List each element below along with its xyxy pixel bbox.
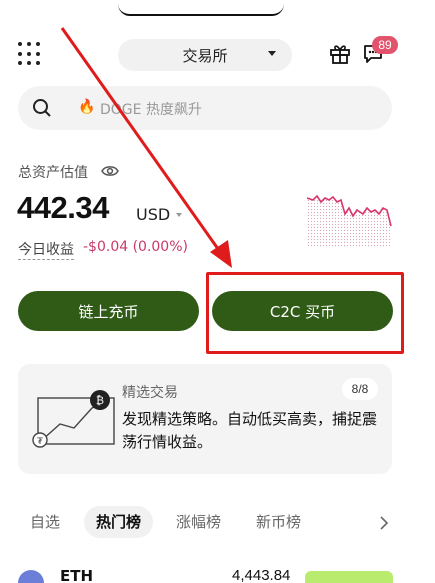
total-assets-label: 总资产估值 xyxy=(18,165,88,181)
balance-sparkline xyxy=(307,194,392,248)
today-pnl-value: -$0.04 (0.00%) xyxy=(83,239,188,255)
eth-coin-icon xyxy=(18,570,44,583)
search-icon xyxy=(33,99,51,117)
caret-down-icon xyxy=(176,213,182,217)
promo-title: 精选交易 xyxy=(122,385,178,401)
today-pnl-label[interactable]: 今日收益 xyxy=(18,239,74,260)
currency-selector[interactable]: USD xyxy=(136,205,170,224)
promo-description: 发现精选策略。自动低买高卖，捕捉震荡行情收益。 xyxy=(122,410,378,451)
svg-text:₮: ₮ xyxy=(37,437,43,447)
promo-page-counter: 8/8 xyxy=(342,378,378,400)
eye-icon[interactable] xyxy=(101,164,119,178)
tab-hot[interactable]: 热门榜 xyxy=(84,506,154,538)
gift-icon[interactable] xyxy=(329,42,351,64)
exchange-mode-label: 交易所 xyxy=(182,46,228,65)
top-handle xyxy=(118,0,284,16)
market-tabs: 自选 热门榜 涨幅榜 新币榜 xyxy=(18,506,398,540)
promo-card[interactable]: ₿ ₮ 精选交易 8/8 发现精选策略。自动低买高卖，捕捉震荡行情收益。 xyxy=(18,364,392,474)
search-bar[interactable]: 🔥 DOGE 热度飙升 xyxy=(18,86,392,130)
apps-grid-icon[interactable] xyxy=(18,42,42,66)
tab-favorites[interactable]: 自选 xyxy=(30,506,60,538)
svg-text:₿: ₿ xyxy=(96,394,104,407)
caret-down-icon xyxy=(268,51,276,56)
fire-icon: 🔥 xyxy=(78,99,96,115)
notification-badge: 89 xyxy=(372,36,398,54)
annotation-highlight-box xyxy=(206,272,404,354)
total-balance: 442.34 xyxy=(17,190,109,225)
deposit-button[interactable]: 链上充币 xyxy=(18,291,199,331)
search-placeholder: DOGE 热度飙升 xyxy=(100,102,202,118)
tab-new-listings[interactable]: 新币榜 xyxy=(256,506,301,538)
market-row-price: 4,443.84 xyxy=(232,567,291,583)
market-row-name[interactable]: ETH xyxy=(60,567,93,583)
market-row-change-badge xyxy=(305,571,393,583)
tab-gainers[interactable]: 涨幅榜 xyxy=(176,506,221,538)
exchange-mode-selector[interactable]: 交易所 xyxy=(118,39,292,71)
trading-chart-illustration: ₿ ₮ xyxy=(32,390,115,448)
chevron-right-icon[interactable] xyxy=(378,516,390,530)
